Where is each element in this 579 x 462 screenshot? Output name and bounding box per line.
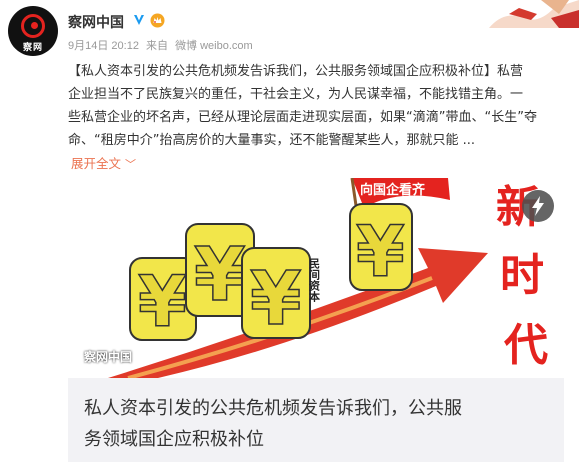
image-side-char: 代 [503,320,548,371]
yuan-figure-icon: ¥ [241,247,311,343]
image-label: 民间资本 [308,258,321,303]
expand-full-text-link[interactable]: 展开全文 ﹀ [71,153,136,172]
chevron-down-icon: ﹀ [125,158,136,171]
user-name[interactable]: 察网中国 [68,12,124,32]
post-line: 企业担当不了民族复兴的重任，干社会主义，为人民谋幸福，不能找错主角。一 [68,87,524,102]
verified-badge-icon [134,15,144,25]
post-source[interactable]: 微博 weibo.com [175,40,253,52]
article-title-line: 务领域国企应积极补位 [84,429,264,450]
article-card[interactable]: 向国企看齐 ¥ ¥ ¥ ¥ 民间资本 新 时 代 察网中国 私人资本引发的公共危… [68,178,564,462]
vip-crown-icon[interactable] [150,13,165,28]
article-title[interactable]: 私人资本引发的公共危机频发告诉我们，公共服 务领域国企应积极补位 [84,393,554,455]
post-line: 命、“租房中介”抬高房价的大量事实，还不能警醒某些人，那就只能 ... [68,133,475,148]
post-line: 些私营企业的坏名声，已经从理论层面走进现实层面，如果“滴滴”带血、“长生”夺 [68,110,537,125]
post-meta: 9月14日 20:12 来自 微博 weibo.com [68,37,257,53]
lightning-share-icon[interactable] [522,190,554,222]
post-source-prefix: 来自 [146,40,168,52]
flag-text: 向国企看齐 [360,182,426,198]
article-title-line: 私人资本引发的公共危机频发告诉我们，公共服 [84,398,462,419]
image-side-char: 时 [500,250,544,301]
yuan-figure-icon: ¥ [349,203,413,294]
post-line: 【私人资本引发的公共危机频发告诉我们，公共服务领域国企应积极补位】私营 [68,64,524,79]
svg-text:¥: ¥ [194,232,246,318]
post-date[interactable]: 9月14日 20:12 [68,40,139,52]
article-cover-image[interactable]: 向国企看齐 ¥ ¥ ¥ ¥ 民间资本 新 时 代 [68,178,564,378]
corner-decoration-image [479,0,579,28]
svg-text:¥: ¥ [250,256,302,342]
svg-text:¥: ¥ [356,211,405,293]
svg-text:¥: ¥ [138,261,187,343]
expand-label: 展开全文 [71,156,122,171]
post-body: 【私人资本引发的公共危机频发告诉我们，公共服务领域国企应积极补位】私营 企业担当… [68,60,573,152]
image-watermark: 察网中国 [84,350,133,364]
avatar-text: 察网 [22,43,43,53]
avatar[interactable]: 察网 [8,6,58,56]
chawang-logo-icon [21,14,45,38]
